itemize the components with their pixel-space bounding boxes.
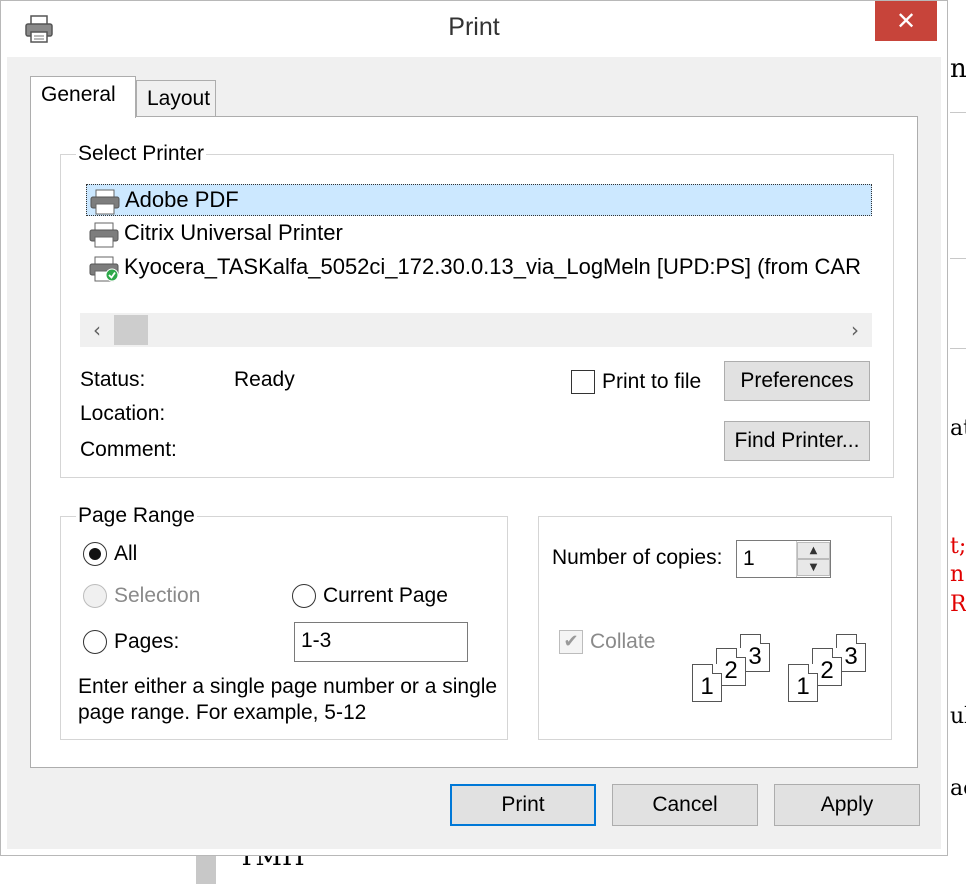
print-to-file-label[interactable]: Print to file [602, 370, 701, 394]
collate-page: 1 [692, 664, 722, 702]
bg-text: R [950, 592, 966, 617]
page-range-help-line2: page range. For example, 5-12 [78, 701, 367, 724]
printer-list[interactable]: Adobe PDF Citrix Universal Printer Kyoce… [86, 182, 872, 288]
status-value: Ready [234, 368, 295, 391]
bg-text: ul [950, 704, 966, 729]
copies-label: Number of copies: [552, 546, 723, 569]
network-printer-default-icon [89, 256, 119, 282]
all-radio[interactable] [83, 542, 107, 566]
bg-text: ac [950, 776, 966, 801]
bg-text: n [950, 54, 966, 84]
all-label[interactable]: All [114, 542, 137, 566]
printer-name: Adobe PDF [125, 187, 239, 212]
tab-layout[interactable]: Layout [136, 80, 216, 116]
title-bar: Print ✕ [1, 1, 947, 57]
page-range-legend: Page Range [76, 504, 197, 528]
scroll-right-icon[interactable]: › [838, 313, 872, 347]
bg-scroll-strip [196, 855, 216, 884]
spin-down-icon[interactable]: ▼ [797, 559, 830, 576]
select-printer-legend: Select Printer [76, 142, 207, 166]
bg-text: ati [950, 416, 966, 441]
preferences-button[interactable]: Preferences [724, 361, 870, 401]
close-button[interactable]: ✕ [875, 1, 937, 41]
pages-input[interactable]: 1-3 [294, 622, 468, 662]
bg-text: n [950, 562, 965, 587]
close-icon: ✕ [895, 7, 917, 35]
printer-item-citrix[interactable]: Citrix Universal Printer [86, 218, 872, 250]
collate-page: 1 [788, 664, 818, 702]
cancel-button[interactable]: Cancel [612, 784, 758, 826]
apply-button[interactable]: Apply [774, 784, 920, 826]
status-label: Status: [80, 368, 146, 391]
collate-checkbox: ✔ [559, 630, 583, 654]
bg-rule [950, 112, 966, 113]
location-label: Location: [80, 402, 166, 425]
printer-list-scrollbar[interactable]: ‹ › [80, 313, 872, 347]
pages-radio[interactable] [83, 630, 107, 654]
pages-label[interactable]: Pages: [114, 630, 179, 654]
selection-label: Selection [114, 584, 201, 607]
printer-name: Citrix Universal Printer [124, 220, 343, 245]
printer-item-kyocera[interactable]: Kyocera_TASKalfa_5052ci_172.30.0.13_via_… [86, 252, 872, 284]
print-to-file-checkbox[interactable] [571, 370, 595, 394]
printer-item-adobe-pdf[interactable]: Adobe PDF [86, 184, 872, 216]
current-page-label[interactable]: Current Page [323, 584, 448, 608]
printer-icon [89, 222, 119, 248]
bg-rule [950, 348, 966, 349]
spin-up-icon[interactable]: ▲ [797, 542, 830, 559]
bg-text: t; [950, 534, 966, 559]
selection-radio [83, 584, 107, 608]
page-range-help-line1: Enter either a single page number or a s… [78, 675, 498, 698]
comment-label: Comment: [80, 438, 177, 461]
current-page-radio[interactable] [292, 584, 316, 608]
bg-rule [950, 258, 966, 259]
print-button[interactable]: Print [450, 784, 596, 826]
tab-general[interactable]: General [30, 76, 136, 118]
scroll-thumb[interactable] [114, 315, 148, 345]
scroll-left-icon[interactable]: ‹ [80, 313, 114, 347]
find-printer-button[interactable]: Find Printer... [724, 421, 870, 461]
collate-label: Collate [590, 630, 656, 653]
copies-spinner[interactable]: ▲ ▼ [796, 541, 831, 577]
printer-icon [90, 189, 120, 215]
dialog-title: Print [448, 13, 500, 41]
printer-name: Kyocera_TASKalfa_5052ci_172.30.0.13_via_… [124, 254, 861, 279]
